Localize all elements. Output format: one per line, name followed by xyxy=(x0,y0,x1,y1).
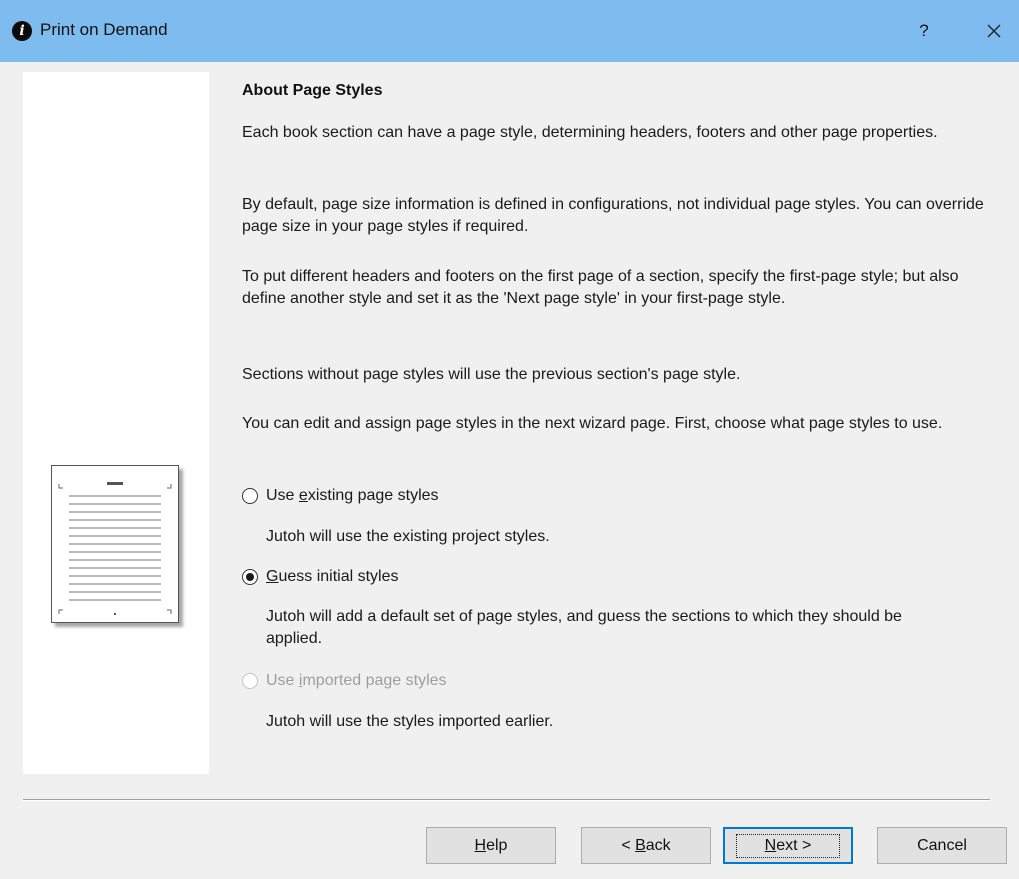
back-button[interactable]: < Back xyxy=(581,827,711,864)
paragraph-1: Each book section can have a page style,… xyxy=(242,124,938,141)
page-heading: About Page Styles xyxy=(242,82,383,99)
option-description: Jutoh will use the existing project styl… xyxy=(266,528,550,545)
wizard-image-panel xyxy=(23,72,209,774)
radio-guess-initial[interactable]: Guess initial styles xyxy=(242,566,399,588)
paragraph-2: By default, page size information is def… xyxy=(242,196,984,235)
app-icon: i xyxy=(12,21,32,41)
paragraph-3: To put different headers and footers on … xyxy=(242,268,959,307)
page-layout-preview-icon xyxy=(51,465,179,623)
window-title: Print on Demand xyxy=(40,20,168,39)
cancel-button[interactable]: Cancel xyxy=(877,827,1007,864)
paragraph-5: You can edit and assign page styles in t… xyxy=(242,415,943,432)
option-description: Jutoh will add a default set of page sty… xyxy=(266,608,902,647)
close-icon xyxy=(987,24,1001,38)
radio-label: Guess initial styles xyxy=(266,568,399,585)
title-bar: i Print on Demand ? xyxy=(0,0,1019,62)
radio-use-imported: Use imported page styles xyxy=(242,670,447,692)
next-button[interactable]: Next > xyxy=(723,827,853,864)
radio-label: Use imported page styles xyxy=(266,672,447,689)
close-button[interactable] xyxy=(980,17,1008,45)
option-description: Jutoh will use the styles imported earli… xyxy=(266,713,554,730)
radio-button-disabled xyxy=(242,673,258,689)
radio-button[interactable] xyxy=(242,488,258,504)
footer-separator xyxy=(23,799,990,800)
paragraph-4: Sections without page styles will use th… xyxy=(242,366,741,383)
radio-use-existing[interactable]: Use existing page styles xyxy=(242,485,439,507)
radio-label: Use existing page styles xyxy=(266,487,439,504)
help-button[interactable]: Help xyxy=(426,827,556,864)
help-title-button[interactable]: ? xyxy=(912,19,936,43)
radio-button-selected[interactable] xyxy=(242,569,258,585)
